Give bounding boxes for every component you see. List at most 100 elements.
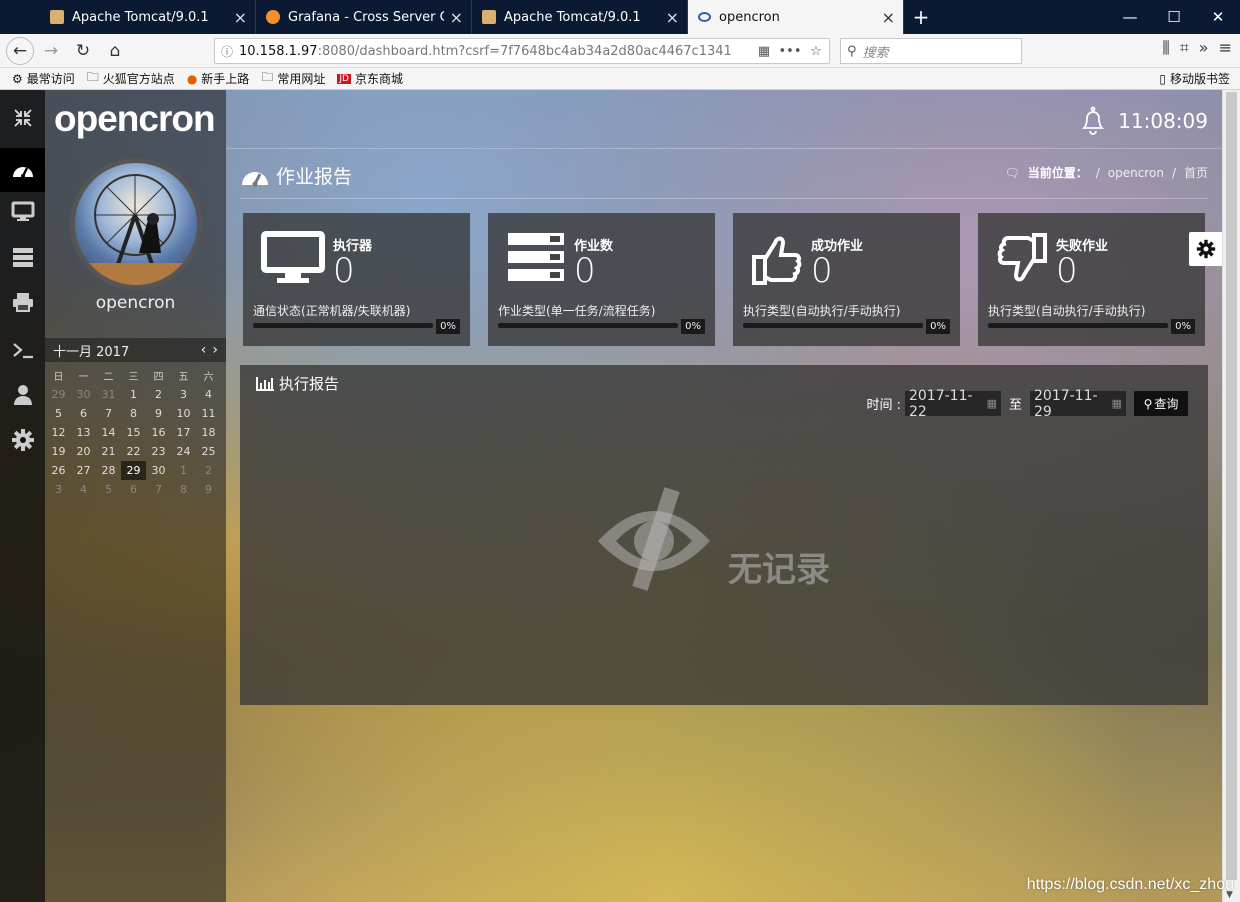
chevron-right-icon[interactable]: › xyxy=(212,342,218,358)
calendar-day[interactable]: 15 xyxy=(121,423,146,442)
calendar-day[interactable]: 8 xyxy=(171,480,196,499)
bookmark-item[interactable]: 🗀 常用网址 xyxy=(261,68,325,89)
browser-tab-active[interactable]: opencron × xyxy=(688,0,904,34)
calendar-day[interactable]: 6 xyxy=(121,480,146,499)
browser-tab[interactable]: Apache Tomcat/9.0.1 × xyxy=(472,0,688,34)
calendar-day[interactable]: 22 xyxy=(121,442,146,461)
calendar-day[interactable]: 26 xyxy=(46,461,71,480)
calendar-day[interactable]: 28 xyxy=(96,461,121,480)
stat-card-jobs[interactable]: 作业数 0 作业类型(单一任务/流程任务) 0% xyxy=(488,213,715,346)
bookmark-star-icon[interactable]: ☆ xyxy=(803,44,829,59)
sidebar-item-terminal[interactable] xyxy=(0,328,45,372)
stat-card-executors[interactable]: 执行器 0 通信状态(正常机器/失联机器) 0% xyxy=(243,213,470,346)
scrollbar-thumb[interactable] xyxy=(1226,92,1237,880)
bookmark-item[interactable]: 🗀 火狐官方站点 xyxy=(87,68,175,89)
reload-button[interactable]: ↻ xyxy=(68,36,98,66)
calendar-day[interactable]: 29 xyxy=(46,385,71,404)
calendar-day[interactable]: 16 xyxy=(146,423,171,442)
tab-close-icon[interactable]: × xyxy=(450,8,463,27)
calendar-day[interactable]: 21 xyxy=(96,442,121,461)
calendar-day[interactable]: 25 xyxy=(196,442,221,461)
tab-close-icon[interactable]: × xyxy=(234,8,247,27)
end-date-input[interactable]: 2017-11-29 ▦ xyxy=(1030,388,1126,420)
close-window-button[interactable]: ✕ xyxy=(1196,0,1240,34)
sidebar-item-dashboard[interactable] xyxy=(0,148,45,192)
stat-card-success[interactable]: 成功作业 0 执行类型(自动执行/手动执行) 0% xyxy=(733,213,960,346)
url-text[interactable]: 10.158.1.97:8080/dashboard.htm?csrf=7f76… xyxy=(239,44,751,59)
bookmark-item[interactable]: ⚙ 最常访问 xyxy=(12,70,75,87)
calendar-day[interactable]: 3 xyxy=(171,385,196,404)
calendar-day[interactable]: 24 xyxy=(171,442,196,461)
home-button[interactable]: ⌂ xyxy=(100,36,130,66)
calendar-day[interactable]: 7 xyxy=(146,480,171,499)
bookmark-item[interactable]: JD 京东商城 xyxy=(337,70,403,87)
calendar-day[interactable]: 30 xyxy=(71,385,96,404)
calendar-day[interactable]: 8 xyxy=(121,404,146,423)
browser-tab[interactable]: Grafana - Cross Server Graph × xyxy=(256,0,472,34)
calendar-day[interactable]: 4 xyxy=(196,385,221,404)
browser-tab[interactable]: Apache Tomcat/9.0.1 × xyxy=(40,0,256,34)
stat-card-failed[interactable]: 失败作业 0 执行类型(自动执行/手动执行) 0% xyxy=(978,213,1205,346)
calendar-day[interactable]: 30 xyxy=(146,461,171,480)
tab-close-icon[interactable]: × xyxy=(882,8,895,27)
calendar-day[interactable]: 7 xyxy=(96,404,121,423)
back-button[interactable]: ← xyxy=(6,36,34,65)
calendar-day[interactable]: 12 xyxy=(46,423,71,442)
start-date-input[interactable]: 2017-11-22 ▦ xyxy=(904,388,1001,420)
mobile-bookmarks[interactable]: ▯ 移动版书签 xyxy=(1159,70,1230,87)
calendar-day[interactable]: 6 xyxy=(71,404,96,423)
calendar-day[interactable]: 1 xyxy=(171,461,196,480)
more-actions-icon[interactable]: ••• xyxy=(777,44,803,59)
overflow-chevron-icon[interactable]: » xyxy=(1199,38,1209,58)
tab-close-icon[interactable]: × xyxy=(666,8,679,27)
collapse-sidebar-button[interactable] xyxy=(0,96,45,140)
minimize-button[interactable]: — xyxy=(1108,0,1152,34)
calendar-day[interactable]: 31 xyxy=(96,385,121,404)
calendar-day[interactable]: 2 xyxy=(146,385,171,404)
tomcat-favicon-icon xyxy=(482,10,496,24)
bell-icon[interactable] xyxy=(1080,106,1106,136)
new-tab-button[interactable]: + xyxy=(904,0,938,34)
calendar-day[interactable]: 18 xyxy=(196,423,221,442)
calendar-day[interactable]: 5 xyxy=(96,480,121,499)
calendar-day[interactable]: 3 xyxy=(46,480,71,499)
bookmark-item[interactable]: ● 新手上路 xyxy=(187,70,250,87)
screenshot-crop-icon[interactable]: ⌗ xyxy=(1180,38,1189,58)
sidebar-item-settings[interactable] xyxy=(0,418,45,462)
calendar-day[interactable]: 27 xyxy=(71,461,96,480)
calendar-day[interactable]: 11 xyxy=(196,404,221,423)
calendar-day[interactable]: 17 xyxy=(171,423,196,442)
calendar-day[interactable]: 10 xyxy=(171,404,196,423)
calendar-day[interactable]: 13 xyxy=(71,423,96,442)
chevron-left-icon[interactable]: ‹ xyxy=(201,342,207,358)
theme-settings-button[interactable] xyxy=(1189,232,1222,266)
sidebar-item-jobs[interactable] xyxy=(0,235,45,279)
calendar-day[interactable]: 29 xyxy=(121,461,146,480)
search-input[interactable]: ⚲ 搜索 xyxy=(840,38,1022,64)
query-button[interactable]: ⚲ 查询 xyxy=(1134,391,1188,416)
calendar-day[interactable]: 20 xyxy=(71,442,96,461)
calendar-day[interactable]: 23 xyxy=(146,442,171,461)
forward-button[interactable]: → xyxy=(36,36,66,66)
maximize-button[interactable]: ☐ xyxy=(1152,0,1196,34)
calendar-day[interactable]: 1 xyxy=(121,385,146,404)
avatar[interactable] xyxy=(70,158,202,290)
sidebar-item-users[interactable] xyxy=(0,373,45,417)
calendar-day[interactable]: 19 xyxy=(46,442,71,461)
sidebar-item-executors[interactable] xyxy=(0,190,45,234)
app-logo[interactable]: opencron xyxy=(45,90,226,148)
calendar-day[interactable]: 5 xyxy=(46,404,71,423)
calendar-day[interactable]: 9 xyxy=(146,404,171,423)
calendar-day[interactable]: 9 xyxy=(196,480,221,499)
info-icon[interactable]: ⓘ xyxy=(215,43,239,60)
calendar-day[interactable]: 2 xyxy=(196,461,221,480)
library-icon[interactable]: ⫼ xyxy=(1162,38,1169,58)
sidebar-item-records[interactable] xyxy=(0,280,45,324)
hamburger-menu-icon[interactable]: ≡ xyxy=(1219,38,1232,58)
address-bar[interactable]: ⓘ 10.158.1.97:8080/dashboard.htm?csrf=7f… xyxy=(214,38,830,64)
calendar-day[interactable]: 4 xyxy=(71,480,96,499)
breadcrumb-item[interactable]: opencron xyxy=(1108,166,1164,180)
qr-code-icon[interactable]: ▦ xyxy=(751,44,777,59)
page-scrollbar[interactable]: ▼ xyxy=(1222,90,1240,902)
calendar-day[interactable]: 14 xyxy=(96,423,121,442)
